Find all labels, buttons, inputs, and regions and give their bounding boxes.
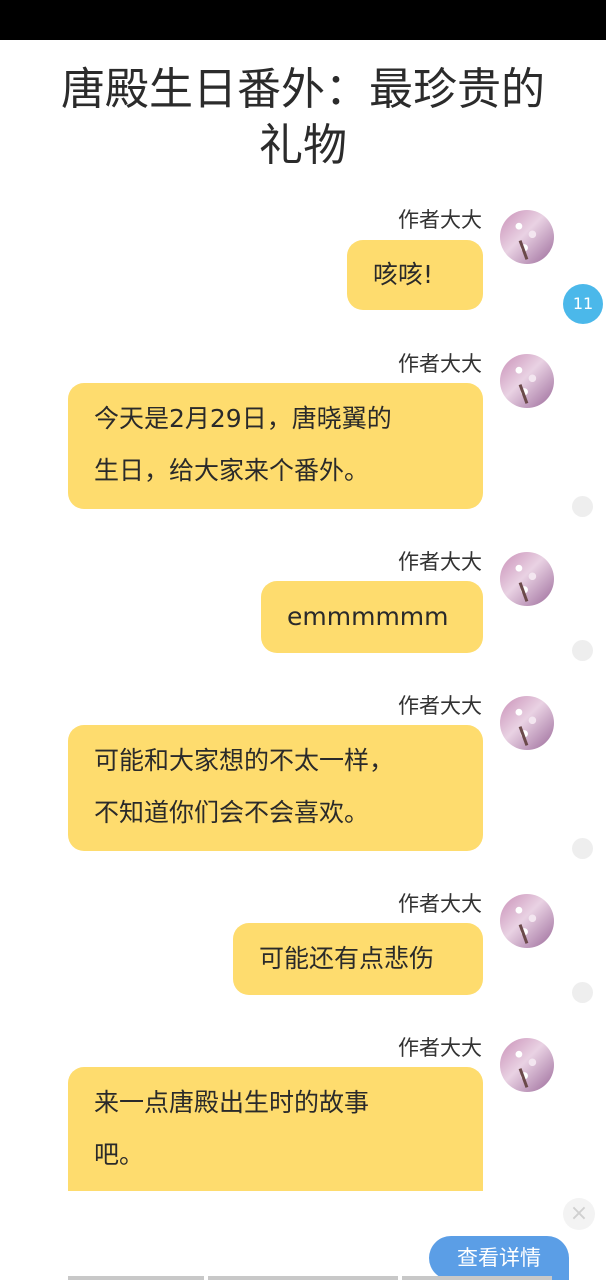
message-bubble: 可能和大家想的不太一样， 不知道你们会不会喜欢。 [68,725,483,851]
author-avatar[interactable] [500,354,554,408]
story-title: 唐殿生日番外：最珍贵的礼物 [61,64,545,171]
message-bubble: 今天是2月29日，唐晓翼的 生日，给大家来个番外。 [68,383,483,509]
message-bubble: emmmmmm [261,581,483,653]
message-author: 作者大大 [398,1036,482,1060]
bottom-divider [68,1276,204,1280]
message-author: 作者大大 [398,352,482,376]
message-author: 作者大大 [398,694,482,718]
read-status-dot [572,982,593,1003]
message-author: 作者大大 [398,550,482,574]
message-author: 作者大大 [398,208,482,232]
author-avatar[interactable] [500,210,554,264]
author-avatar[interactable] [500,894,554,948]
author-avatar[interactable] [500,696,554,750]
bottom-divider [208,1276,398,1280]
message-bubble: 来一点唐殿出生时的故事 吧。 [68,1067,483,1191]
bottom-divider [402,1276,552,1280]
read-status-dot [572,496,593,517]
message-bubble: 咳咳! [347,240,483,310]
view-details-button[interactable]: 查看详情 [429,1236,569,1280]
read-status-dot [572,838,593,859]
author-avatar[interactable] [500,552,554,606]
read-status-dot [572,640,593,661]
status-bar [0,0,606,40]
message-bubble: 可能还有点悲伤 [233,923,483,995]
author-avatar[interactable] [500,1038,554,1092]
unread-count-badge[interactable]: 11 [563,284,603,324]
message-author: 作者大大 [398,892,482,916]
close-button[interactable]: × [563,1198,595,1230]
